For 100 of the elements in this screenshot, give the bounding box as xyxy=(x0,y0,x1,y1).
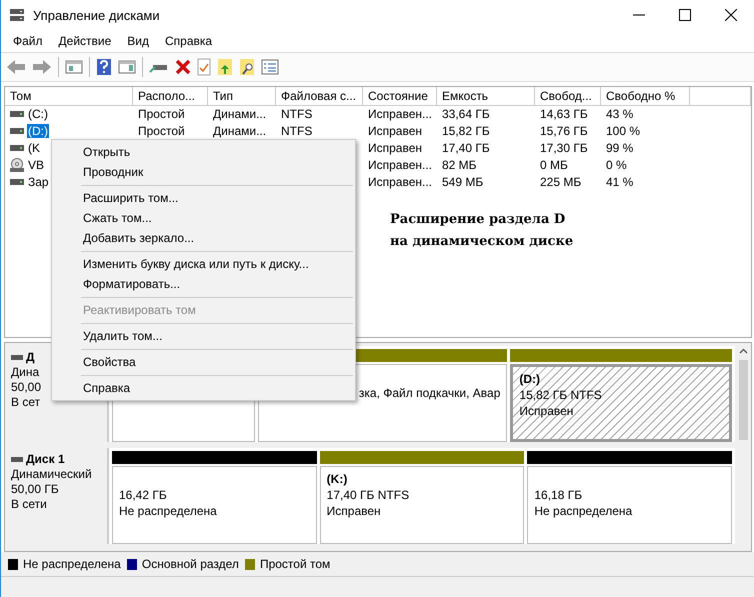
partition-info: 15,82 ГБ NTFS xyxy=(519,387,603,403)
drive-icon xyxy=(10,110,24,116)
delete-icon[interactable] xyxy=(175,59,191,75)
disk-info: В сети xyxy=(11,497,47,512)
disk-name: Диск 1 xyxy=(26,452,65,467)
window-title: Управление дисками xyxy=(33,8,160,22)
table-cell: NTFS xyxy=(281,124,312,138)
disk-info: Динамический xyxy=(11,467,92,482)
context-menu-item[interactable]: Расширить том... xyxy=(52,188,355,208)
table-cell: 43 % xyxy=(606,106,634,120)
table-cell: Исправен... xyxy=(368,106,432,120)
table-cell: 17,30 ГБ xyxy=(540,140,588,154)
action-pane-icon[interactable] xyxy=(118,59,136,75)
table-cell: Исправен... xyxy=(368,174,432,188)
column-header[interactable]: Располо... xyxy=(133,87,208,106)
table-cell: 82 МБ xyxy=(442,158,477,172)
checked-page-icon[interactable] xyxy=(197,58,211,76)
column-header[interactable]: Свободно % xyxy=(601,87,690,106)
column-header[interactable]: Том xyxy=(5,87,133,106)
partition-box[interactable]: (D:) 15,82 ГБ NTFS Исправен xyxy=(510,364,732,442)
menu-item[interactable]: Справка xyxy=(165,34,212,48)
drive-icon xyxy=(11,355,23,360)
disk-info: 50,00 xyxy=(11,380,42,395)
partition-title: (K:) xyxy=(326,471,348,487)
partition-info: 16,18 ГБ xyxy=(534,487,584,503)
legend-label: Простой том xyxy=(260,557,330,571)
partition-box[interactable]: 16,42 ГБ Не распределена xyxy=(112,466,317,544)
partition-info: 16,42 ГБ xyxy=(119,487,168,503)
table-cell: 15,82 ГБ xyxy=(442,124,490,138)
volume-name[interactable]: (K xyxy=(27,140,41,154)
annotation-text: Расширение раздела D xyxy=(390,211,566,229)
context-menu-item[interactable]: Добавить зеркало... xyxy=(52,228,355,248)
checklist-icon[interactable] xyxy=(261,59,279,75)
table-cell: Исправен... xyxy=(368,158,432,172)
partition-info: Не распределена xyxy=(119,503,218,519)
table-cell: 41 % xyxy=(606,174,634,188)
table-cell: 225 МБ xyxy=(540,174,582,188)
legend-label: Не распределена xyxy=(23,557,121,571)
table-cell: 15,76 ГБ xyxy=(540,124,588,138)
table-cell: 99 % xyxy=(606,140,634,154)
cd-drive-icon xyxy=(10,158,24,172)
forward-icon[interactable] xyxy=(32,59,52,75)
context-menu-item[interactable]: Удалить том... xyxy=(52,326,355,346)
menu-item[interactable]: Действие xyxy=(58,34,112,48)
table-cell: Динами... xyxy=(213,106,266,120)
menu-item[interactable]: Файл xyxy=(13,34,43,48)
scroll-up-icon[interactable] xyxy=(738,348,748,354)
partition-info: Не распределена xyxy=(534,503,634,519)
column-header[interactable]: Файловая с... xyxy=(276,87,363,106)
help-icon[interactable] xyxy=(96,58,112,76)
context-menu-item[interactable]: Форматировать... xyxy=(52,274,355,294)
maximize-icon[interactable] xyxy=(679,9,691,21)
table-cell: Исправен xyxy=(368,124,422,138)
table-cell: 100 % xyxy=(606,124,640,138)
drive-icon xyxy=(11,457,23,462)
console-tree-icon[interactable] xyxy=(65,59,83,75)
context-menu-item[interactable]: Открыть xyxy=(52,142,355,162)
drive-icon xyxy=(10,178,24,184)
partition-info: 17,40 ГБ NTFS xyxy=(326,487,410,503)
column-header[interactable]: Емкость xyxy=(437,87,535,106)
table-cell: 33,64 ГБ xyxy=(442,106,490,120)
column-header[interactable]: Тип xyxy=(208,87,276,106)
drive-icon xyxy=(10,128,24,134)
column-header[interactable]: Свобод... xyxy=(535,87,601,106)
disk-info: 50,00 ГБ xyxy=(11,482,59,497)
volume-name[interactable]: VB xyxy=(27,158,46,172)
menu-item[interactable]: Вид xyxy=(127,34,149,48)
table-cell: 0 МБ xyxy=(540,158,568,172)
close-icon[interactable] xyxy=(725,9,737,21)
volume-name[interactable]: Зар xyxy=(27,174,50,188)
table-cell: NTFS xyxy=(281,106,312,120)
partition-box[interactable]: 16,18 ГБ Не распределена xyxy=(527,466,732,544)
folder-search-icon[interactable] xyxy=(239,58,255,76)
partition-info: Исправен xyxy=(519,403,574,419)
partition-box[interactable]: (K:) 17,40 ГБ NTFS Исправен xyxy=(320,466,524,544)
table-cell: Динами... xyxy=(213,124,266,138)
disk-name: Д xyxy=(26,350,35,365)
partition-title: (D:) xyxy=(519,371,542,387)
volume-name[interactable]: (C:) xyxy=(27,106,49,120)
back-icon[interactable] xyxy=(6,59,26,75)
table-cell: 0 % xyxy=(606,158,627,172)
volume-name[interactable]: (D:) xyxy=(27,124,49,138)
context-menu-item[interactable]: Изменить букву диска или путь к диску... xyxy=(52,254,355,274)
partition-info: зка, Файл подкачки, Авар xyxy=(358,385,500,401)
drive-icon xyxy=(10,144,24,150)
table-cell: 17,40 ГБ xyxy=(442,140,490,154)
column-header[interactable]: Состояние xyxy=(363,87,437,106)
scroll-thumb[interactable] xyxy=(738,360,748,440)
disk-info: Дина xyxy=(11,365,40,380)
context-menu-item[interactable]: Проводник xyxy=(52,162,355,182)
table-cell: Простой xyxy=(138,106,185,120)
context-menu-item[interactable]: Сжать том... xyxy=(52,208,355,228)
table-cell: Простой xyxy=(138,124,185,138)
table-cell: 14,63 ГБ xyxy=(540,106,588,120)
partition-info: Исправен xyxy=(326,503,382,519)
disk-info: В сет xyxy=(11,395,40,410)
folder-up-icon[interactable] xyxy=(217,58,233,76)
legend-label: Основной раздел xyxy=(142,557,239,571)
disk-management-icon xyxy=(9,8,25,22)
table-cell: Исправен xyxy=(368,140,422,154)
